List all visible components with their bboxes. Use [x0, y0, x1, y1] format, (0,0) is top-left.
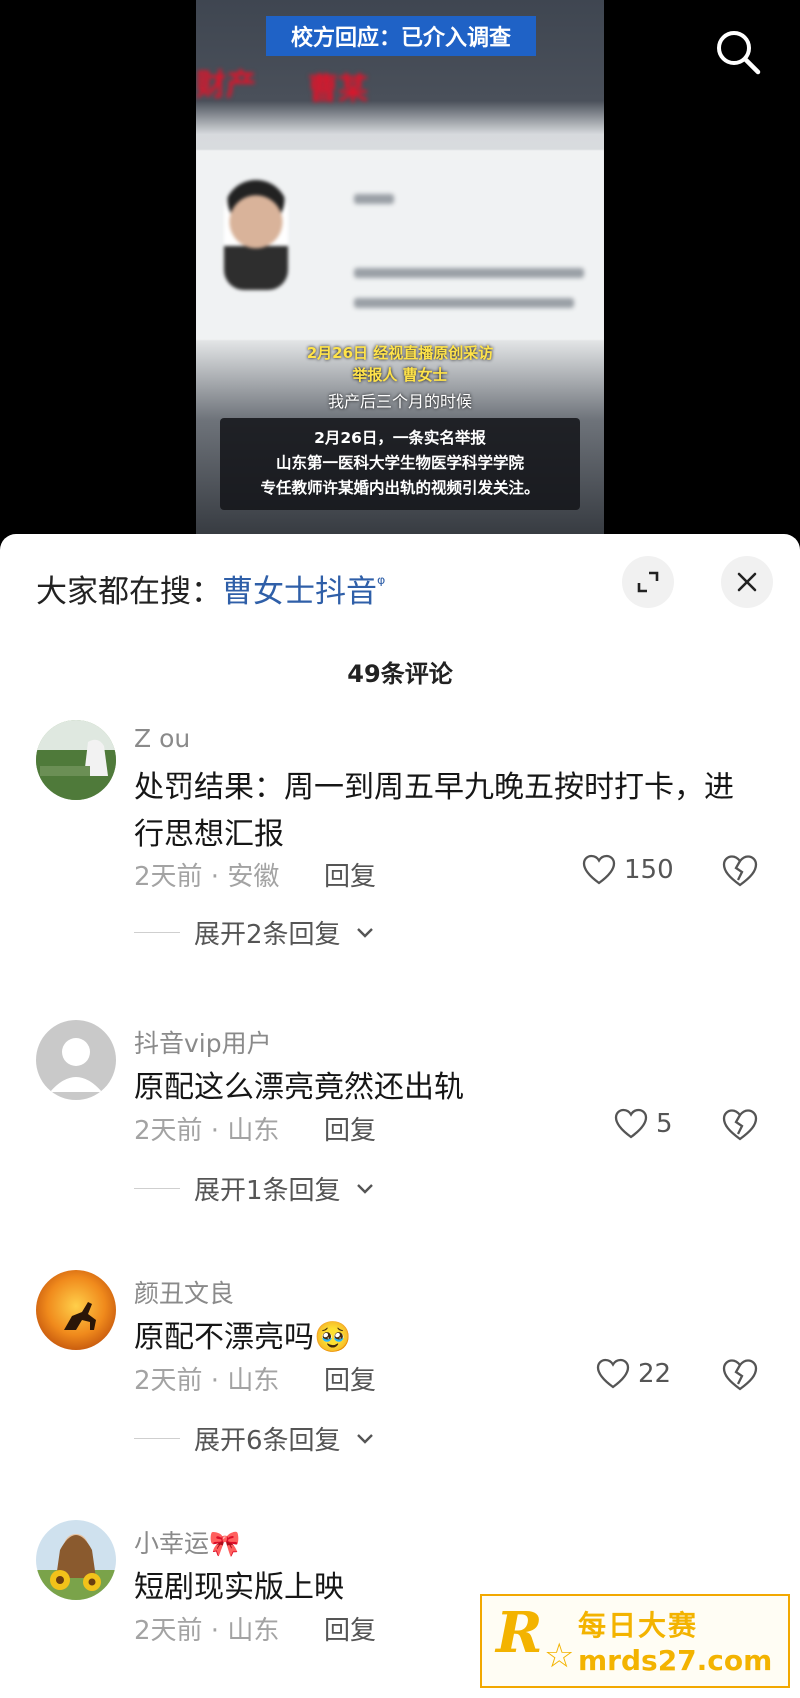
comment-text: 原配不漂亮吗🥹 [134, 1320, 352, 1355]
info-line: 2月26日，一条实名举报 [314, 429, 486, 447]
video-caption: 2月26日 经视直播原创采访 [306, 344, 494, 362]
avatar[interactable] [36, 1020, 116, 1100]
expand-button[interactable] [622, 556, 674, 608]
expand-replies-label: 展开6条回复 [194, 1426, 341, 1456]
info-line: 专任教师许某婚内出轨的视频引发关注。 [260, 479, 540, 497]
comment-item: 颜丑文良 原配不漂亮吗🥹 2天前 · 山东 回复 22 展开6条回复 [0, 1270, 800, 1470]
like-count: 22 [638, 1359, 672, 1389]
comment-meta: 2天前 · 山东 [134, 1116, 280, 1146]
like-button[interactable]: 22 [596, 1358, 671, 1390]
comment-username[interactable]: 颜丑文良 [134, 1274, 234, 1310]
divider [134, 1188, 180, 1189]
like-button[interactable]: 5 [614, 1108, 673, 1140]
like-button[interactable]: 150 [582, 854, 674, 886]
expand-icon [637, 571, 659, 593]
expand-replies-label: 展开2条回复 [194, 920, 341, 950]
broken-heart-icon [722, 1359, 758, 1391]
avatar[interactable] [36, 720, 116, 800]
expand-replies[interactable]: 展开6条回复 [134, 1420, 375, 1457]
close-icon [737, 572, 757, 592]
broken-heart-icon [722, 1109, 758, 1141]
comment-username[interactable]: Z ou [134, 724, 190, 753]
hot-search-label: 大家都在搜： [36, 574, 222, 610]
video-caption: 我产后三个月的时候 [327, 392, 472, 411]
search-icon[interactable] [712, 26, 764, 78]
reply-button[interactable]: 回复 [324, 856, 376, 893]
dislike-button[interactable] [722, 1358, 758, 1394]
expand-replies[interactable]: 展开1条回复 [134, 1170, 375, 1207]
comment-meta: 2天前 · 山东 [134, 1366, 280, 1396]
chevron-down-icon [356, 927, 373, 938]
comment-sheet: 大家都在搜：曹女士抖音ᵠ 49条评论 Z ou 处罚结果：周一到周五早九晚五按时… [0, 534, 800, 1698]
comment-username[interactable]: 抖音vip用户 [134, 1024, 272, 1060]
star-icon: ☆ [544, 1636, 575, 1676]
video-caption: 举报人 曹女士 [352, 366, 448, 384]
hot-search-term[interactable]: 曹女士抖音 [222, 574, 377, 610]
hot-search-bar[interactable]: 大家都在搜：曹女士抖音ᵠ [36, 566, 385, 611]
chevron-down-icon [356, 1433, 373, 1444]
expand-replies[interactable]: 展开2条回复 [134, 914, 375, 951]
watermark-logo: R ☆ 每日大赛 mrds27.com [480, 1594, 790, 1688]
info-line: 山东第一医科大学生物医学科学学院 [275, 454, 524, 472]
comment-text: 原配这么漂亮竟然还出轨 [134, 1070, 464, 1105]
comment-username[interactable]: 小幸运🎀 [134, 1524, 240, 1560]
watermark-site: mrds27.com [578, 1644, 773, 1677]
dislike-button[interactable] [722, 1108, 758, 1144]
search-small-icon: ᵠ [377, 571, 386, 596]
blurred-line [354, 194, 394, 204]
comment-item: Z ou 处罚结果：周一到周五早九晚五按时打卡，进行思想汇报 2天前 · 安徽 … [0, 720, 800, 950]
reply-button[interactable]: 回复 [324, 1610, 376, 1647]
avatar[interactable] [36, 1520, 116, 1600]
like-count: 5 [656, 1109, 673, 1139]
comment-text: 处罚结果：周一到周五早九晚五按时打卡，进行思想汇报 [134, 770, 734, 852]
watermark-letter: R [496, 1600, 543, 1666]
blurred-red-text: 曹某 [308, 72, 368, 107]
video-banner: 校方回应：已介入调查 [266, 16, 536, 56]
reply-button[interactable]: 回复 [324, 1110, 376, 1147]
video-frame[interactable]: 校方回应：已介入调查 财产 曹某 2月26日 经视直播原创采访 举报人 曹女士 … [196, 0, 604, 560]
divider [134, 1438, 180, 1439]
comments-count: 49条评论 [347, 660, 453, 688]
divider [134, 932, 180, 933]
chevron-down-icon [356, 1183, 373, 1194]
video-player[interactable]: 校方回应：已介入调查 财产 曹某 2月26日 经视直播原创采访 举报人 曹女士 … [0, 0, 800, 560]
reply-button[interactable]: 回复 [324, 1360, 376, 1397]
watermark-title: 每日大赛 [578, 1609, 699, 1642]
comment-item: 抖音vip用户 原配这么漂亮竟然还出轨 2天前 · 山东 回复 5 展开1条回复 [0, 1020, 800, 1220]
dislike-button[interactable] [722, 854, 758, 890]
like-count: 150 [624, 855, 674, 885]
expand-replies-label: 展开1条回复 [194, 1176, 341, 1206]
comment-meta: 2天前 · 山东 [134, 1616, 280, 1646]
video-info-box: 2月26日，一条实名举报 山东第一医科大学生物医学科学学院 专任教师许某婚内出轨… [220, 418, 580, 510]
comment-meta: 2天前 · 安徽 [134, 862, 280, 892]
broken-heart-icon [722, 855, 758, 887]
avatar[interactable] [36, 1270, 116, 1350]
blurred-portrait [224, 180, 288, 290]
video-id-card [196, 150, 604, 340]
heart-icon [614, 1108, 648, 1139]
blurred-line [354, 298, 574, 308]
close-button[interactable] [721, 556, 773, 608]
heart-icon [596, 1358, 630, 1389]
blurred-line [354, 268, 584, 278]
blurred-red-text: 财产 [196, 68, 256, 103]
heart-icon [582, 854, 616, 885]
